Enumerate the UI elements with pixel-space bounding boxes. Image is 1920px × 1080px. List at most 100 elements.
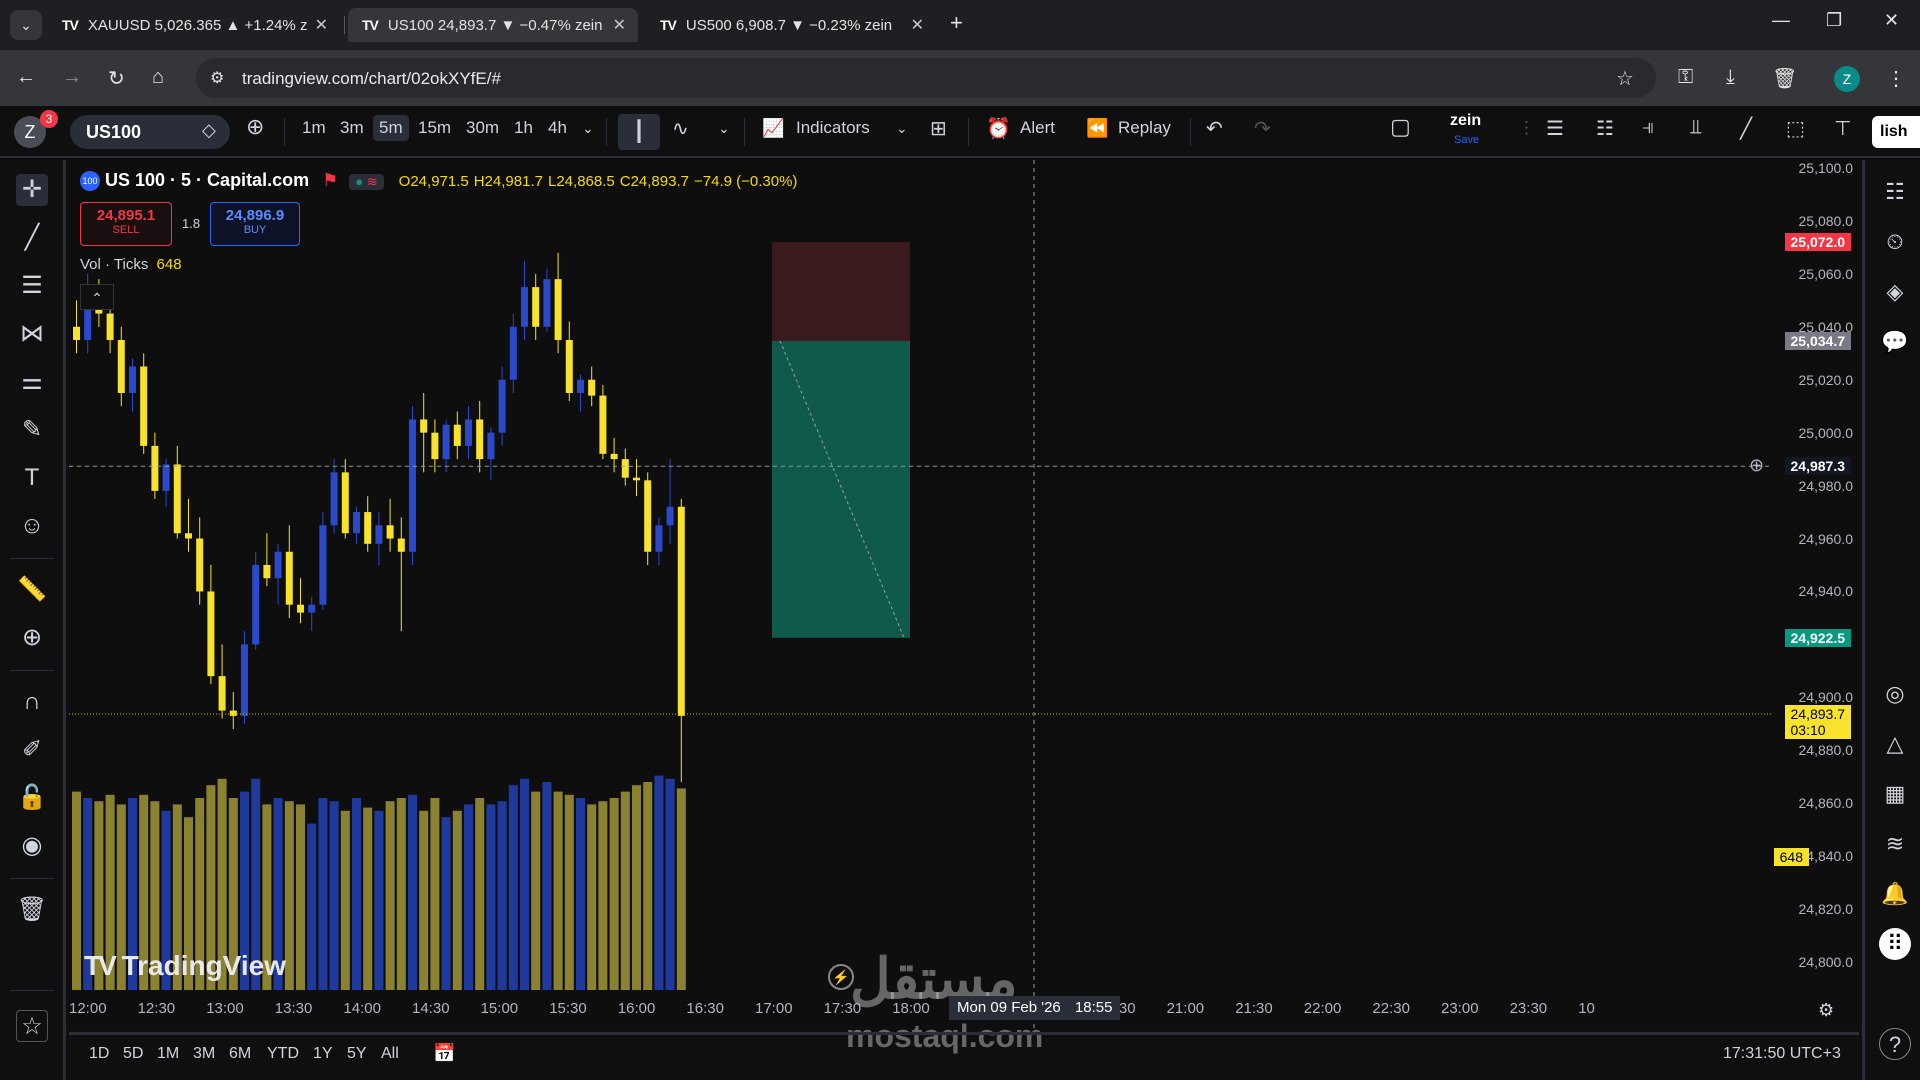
bookmark-star-icon[interactable]: ☆ <box>1616 66 1634 91</box>
replay-button[interactable]: Replay <box>1118 118 1171 138</box>
text-tool-icon[interactable]: T <box>16 462 48 494</box>
range-1m[interactable]: 1M <box>157 1045 179 1063</box>
home-icon[interactable]: ⌂ <box>152 66 164 89</box>
pattern-tool-icon[interactable]: ⋈ <box>16 318 48 350</box>
back-arrow-icon[interactable]: ← <box>16 66 36 89</box>
candles-chart-type-icon[interactable]: ┃ <box>618 114 660 150</box>
lightning-icon[interactable]: ⚡ <box>828 964 854 990</box>
range-5y[interactable]: 5Y <box>347 1045 367 1063</box>
site-info-icon[interactable]: ⚙ <box>210 68 224 88</box>
close-icon[interactable]: ✕ <box>613 15 626 35</box>
help-icon[interactable]: ? <box>1879 1028 1911 1060</box>
rectangle-icon[interactable]: ⬚ <box>1786 116 1805 141</box>
symbol-search[interactable]: US100 ◇ <box>70 115 230 149</box>
range-1y[interactable]: 1Y <box>313 1045 333 1063</box>
undo-icon[interactable]: ↶ <box>1206 116 1223 141</box>
download-icon[interactable]: ⤓ <box>1726 66 1735 89</box>
fib-retracement-icon[interactable]: ☰ <box>1546 116 1564 141</box>
interval-chevron-down-icon[interactable]: ⌄ <box>582 120 594 137</box>
target-icon[interactable]: ◎ <box>1879 678 1911 710</box>
range-1d[interactable]: 1D <box>89 1045 109 1063</box>
chat-icon[interactable]: 💬 <box>1879 326 1911 358</box>
close-icon[interactable]: ✕ <box>911 15 924 35</box>
watchlist-icon[interactable]: ☷ <box>1879 176 1911 208</box>
range-3m[interactable]: 3M <box>193 1045 215 1063</box>
sell-button[interactable]: 24,895.1 SELL <box>80 202 172 246</box>
apps-grid-icon[interactable]: ⠿ <box>1879 928 1911 960</box>
drag-handle-icon[interactable]: ⋮ <box>1518 118 1535 138</box>
range-ytd[interactable]: YTD <box>267 1045 299 1063</box>
restore-icon[interactable]: ❐ <box>1826 10 1842 31</box>
browser-menu-icon[interactable]: ⋮ <box>1886 66 1906 91</box>
layout-name[interactable]: zein <box>1450 112 1481 130</box>
lock-drawing-icon[interactable]: ✐ <box>16 734 48 766</box>
password-key-icon[interactable]: ⚿ <box>1678 66 1693 89</box>
time-scale[interactable]: 12:00 12:30 13:00 13:30 14:00 14:30 15:00 15:30… <box>69 992 1771 1028</box>
forward-arrow-icon[interactable]: → <box>62 66 82 89</box>
eye-icon[interactable]: ◉ <box>16 830 48 862</box>
reload-icon[interactable]: ↻ <box>108 66 125 91</box>
stream-icon[interactable]: ≋ <box>1879 828 1911 860</box>
chart-pane[interactable] <box>69 160 1859 1028</box>
replay-rewind-icon[interactable]: ⏪ <box>1086 118 1108 139</box>
browser-tab[interactable]: TV XAUUSD 5,026.365 ▲ +1.24% z ✕ <box>48 8 340 42</box>
indicators-button[interactable]: Indicators <box>796 118 870 138</box>
alerts-clock-icon[interactable]: ⏲ <box>1879 226 1911 258</box>
market-status-icon[interactable]: ● ≋ <box>349 174 384 190</box>
magnet-icon[interactable]: ∩ <box>16 686 48 718</box>
layouts-grid-icon[interactable]: ⊞ <box>930 116 947 141</box>
pitchfork-icon[interactable]: ⫣ <box>1642 116 1654 139</box>
line-chart-icon[interactable]: ∿ <box>672 116 689 141</box>
trend-line-tool-icon[interactable]: ╱ <box>16 222 48 254</box>
gann-fan-icon[interactable]: ⫫ <box>1690 116 1701 139</box>
legend-title[interactable]: US 100 · 5 · Capital.com <box>105 170 309 190</box>
interval-15m[interactable]: 15m <box>418 118 451 138</box>
interval-1h[interactable]: 1h <box>514 118 533 138</box>
minimize-icon[interactable]: — <box>1772 10 1790 31</box>
collapse-chevron-up-icon[interactable]: ⌃ <box>80 284 114 310</box>
emoji-icon[interactable]: ☺ <box>16 510 48 542</box>
diamond-icon[interactable]: ◇ <box>202 120 216 141</box>
fib-extension-icon[interactable]: ☷ <box>1596 116 1614 141</box>
publish-button[interactable]: lish <box>1872 116 1920 148</box>
new-tab-plus-icon[interactable]: + <box>950 10 963 36</box>
browser-tab[interactable]: TV US500 6,908.7 ▼ −0.23% zein ✕ <box>646 8 936 42</box>
fullscreen-square-icon[interactable]: ▢ <box>1390 114 1411 140</box>
range-all[interactable]: All <box>381 1045 399 1063</box>
delete-trash-icon[interactable]: 🗑 <box>16 894 48 926</box>
browser-tab-active[interactable]: TV US100 24,893.7 ▼ −0.47% zein ✕ <box>348 8 638 42</box>
forecast-tool-icon[interactable]: ⚌ <box>16 366 48 398</box>
notifications-bell-icon[interactable]: 🔔 <box>1879 878 1911 910</box>
clock-timezone[interactable]: 17:31:50 UTC+3 <box>1723 1045 1841 1063</box>
interval-3m[interactable]: 3m <box>340 118 364 138</box>
trend-line-icon[interactable]: ╱ <box>1740 116 1752 141</box>
interval-4h[interactable]: 4h <box>548 118 567 138</box>
interval-30m[interactable]: 30m <box>466 118 499 138</box>
go-to-date-calendar-icon[interactable]: 📅 <box>433 1043 455 1064</box>
compare-plus-icon[interactable]: ⊕ <box>246 114 264 140</box>
close-icon[interactable]: ✕ <box>315 15 328 35</box>
crosshair-icon[interactable]: ✛ <box>16 174 48 206</box>
calendar-icon[interactable]: ▦ <box>1879 778 1911 810</box>
alert-button[interactable]: Alert <box>1020 118 1055 138</box>
lock-icon[interactable]: 🔓 <box>16 782 48 814</box>
trash-icon[interactable]: 🗑 <box>1772 66 1797 91</box>
add-alert-plus-icon[interactable]: ⊕ <box>1749 455 1764 476</box>
indicators-chevron-icon[interactable]: ⌄ <box>896 120 908 137</box>
alert-clock-icon[interactable]: ⏰ <box>986 116 1011 141</box>
layers-icon[interactable]: ◈ <box>1879 276 1911 308</box>
ruler-icon[interactable]: 📏 <box>16 574 48 606</box>
tab-search-icon[interactable]: ⌄ <box>10 10 42 40</box>
range-5d[interactable]: 5D <box>123 1045 143 1063</box>
window-close-icon[interactable]: ✕ <box>1884 10 1899 31</box>
ideas-icon[interactable]: △ <box>1879 728 1911 760</box>
favorites-star-icon[interactable]: ☆ <box>16 1010 48 1042</box>
zoom-in-icon[interactable]: ⊕ <box>16 622 48 654</box>
price-scale[interactable]: 25,100.0 25,080.0 25,060.0 25,040.0 25,020.0… <box>1749 160 1859 990</box>
text-tool-icon[interactable]: ⊤ <box>1834 116 1851 141</box>
url-text[interactable]: tradingview.com/chart/02okXYfE/# <box>242 69 501 89</box>
buy-button[interactable]: 24,896.9 BUY <box>210 202 300 246</box>
interval-1m[interactable]: 1m <box>302 118 326 138</box>
save-button[interactable]: Save <box>1454 134 1479 146</box>
brush-tool-icon[interactable]: ✎ <box>16 414 48 446</box>
